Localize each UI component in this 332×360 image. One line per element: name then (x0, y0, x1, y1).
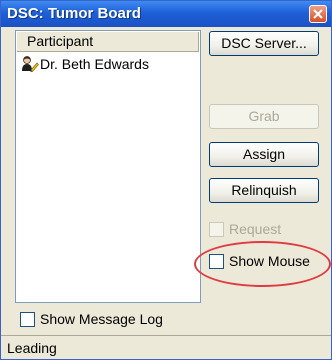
close-icon (313, 9, 323, 19)
status-text: Leading (7, 340, 57, 356)
show-message-log-label: Show Message Log (40, 311, 163, 327)
user-pencil-icon (21, 55, 39, 77)
participant-name: Dr. Beth Edwards (40, 56, 149, 72)
status-bar: Leading (1, 335, 331, 359)
dsc-server-button[interactable]: DSC Server... (209, 31, 319, 56)
window-title: DSC: Tumor Board (7, 5, 141, 22)
show-message-log-checkbox[interactable] (20, 312, 35, 327)
participant-row[interactable]: Dr. Beth Edwards (18, 54, 198, 74)
grab-button[interactable]: Grab (209, 104, 319, 129)
close-button[interactable] (309, 5, 327, 23)
participant-list[interactable]: Participant Dr. Beth Edwards (15, 30, 201, 303)
assign-button[interactable]: Assign (209, 142, 319, 167)
title-bar[interactable]: DSC: Tumor Board (1, 1, 331, 27)
participant-column-header[interactable]: Participant (17, 32, 199, 52)
annotation-highlight-ellipse (194, 241, 331, 287)
dsc-window: DSC: Tumor Board Participant Dr. Beth Ed… (0, 0, 332, 360)
request-label: Request (229, 221, 282, 237)
relinquish-button[interactable]: Relinquish (209, 178, 319, 203)
request-checkbox[interactable] (209, 222, 224, 237)
